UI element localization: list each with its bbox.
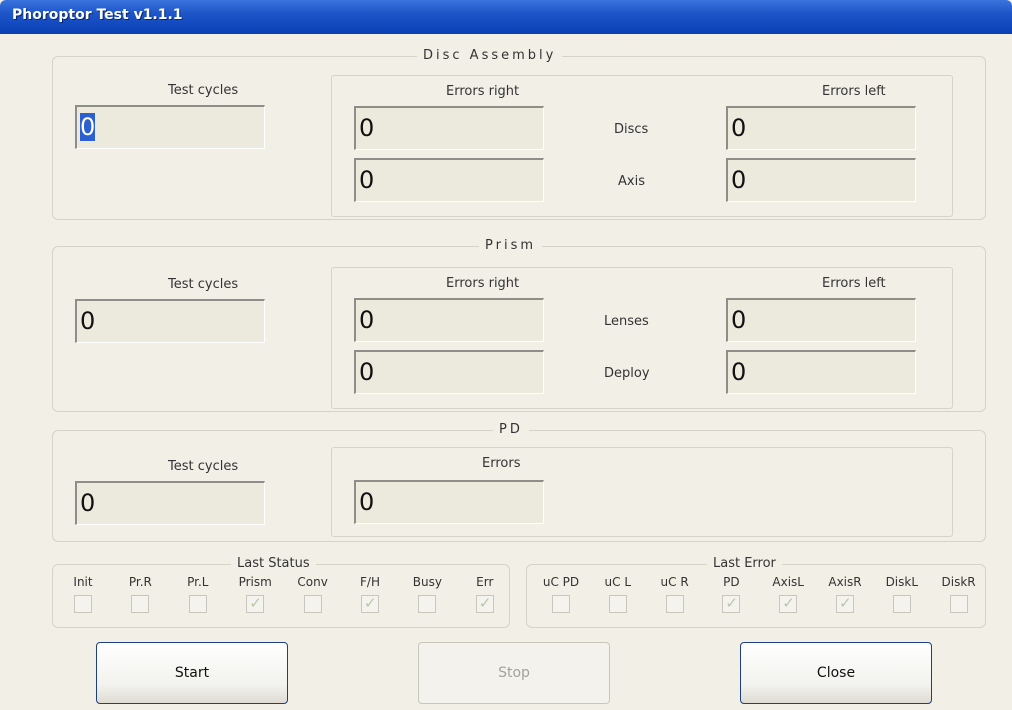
- pd-title: PD: [493, 422, 529, 437]
- last_error-label-diskl: DiskL: [885, 575, 919, 589]
- last_status-label-pr-l: Pr.L: [187, 575, 209, 589]
- disc-errors-left-label: Errors left: [822, 84, 886, 99]
- disc-assembly-title: Disc Assembly: [417, 48, 563, 63]
- last_error-checkbox-uc-pd[interactable]: [552, 595, 570, 613]
- last_status-checkbox-err[interactable]: [475, 594, 494, 613]
- last_error-checkbox-diskl[interactable]: [892, 595, 911, 613]
- deploy-errors-right-field[interactable]: 0: [354, 350, 544, 394]
- pd-errors-field[interactable]: 0: [354, 480, 544, 524]
- axis-row-label: Axis: [618, 174, 645, 189]
- disc-errors-right-label: Errors right: [446, 84, 520, 99]
- last_error-label-axisl: AxisL: [772, 575, 804, 589]
- discs-errors-left-field[interactable]: 0: [726, 106, 916, 150]
- last_error-checkbox-uc-r[interactable]: [665, 595, 684, 613]
- lenses-row-label: Lenses: [604, 314, 649, 329]
- last_error-label-uc-l: uC L: [604, 575, 632, 589]
- prism-test-cycles-field[interactable]: 0: [75, 299, 265, 343]
- last_status-label-busy: Busy: [412, 575, 442, 589]
- last_status-label-err: Err: [476, 575, 494, 589]
- pd-group: PD Test cycles 0 Errors 0: [52, 422, 986, 542]
- last_status-label-pr-r: Pr.R: [128, 575, 152, 589]
- disc-test-cycles-field[interactable]: 0: [75, 105, 265, 149]
- close-button[interactable]: Close: [740, 642, 932, 704]
- last_error-label-uc-r: uC R: [660, 575, 689, 589]
- last_error-checkbox-pd[interactable]: [722, 594, 741, 613]
- last_status-checkbox-f-h[interactable]: [361, 594, 379, 613]
- disc-assembly-group: Disc Assembly Test cycles 0 Errors right…: [52, 48, 986, 220]
- last_error-checkbox-diskr[interactable]: [949, 595, 968, 613]
- last_status-label-f-h: F/H: [360, 575, 380, 589]
- last-error-group: Last Error uC PD uC L uC R PD AxisL AxisR Disk…: [526, 556, 986, 628]
- last_error-label-pd: PD: [723, 575, 740, 589]
- axis-errors-left-field[interactable]: 0: [726, 158, 916, 202]
- last_status-label-prism: Prism: [238, 575, 272, 589]
- last_status-checkbox-conv[interactable]: [303, 595, 322, 613]
- prism-errors-panel: Errors right Errors left 0 Lenses 0 0 De…: [331, 267, 953, 409]
- last_status-checkbox-busy[interactable]: [418, 595, 437, 613]
- lenses-errors-right-field[interactable]: 0: [354, 298, 544, 342]
- discs-row-label: Discs: [614, 122, 649, 137]
- title-bar: Phoroptor Test v1.1.1: [0, 0, 1012, 34]
- prism-errors-right-label: Errors right: [446, 276, 520, 291]
- lenses-errors-left-field[interactable]: 0: [726, 298, 916, 342]
- last_status-label-conv: Conv: [297, 575, 328, 589]
- pd-errors-panel: Errors 0: [331, 447, 953, 537]
- stop-button[interactable]: Stop: [418, 642, 610, 704]
- last_error-checkbox-uc-l[interactable]: [608, 595, 627, 613]
- last_status-checkbox-pr-r[interactable]: [131, 595, 150, 613]
- last_error-label-axisr: AxisR: [828, 575, 862, 589]
- window-body: Disc Assembly Test cycles 0 Errors right…: [0, 34, 1012, 710]
- last-status-group: Last Status Init Pr.R Pr.L Prism Conv F/H Busy…: [52, 556, 510, 628]
- pd-test-cycles-label: Test cycles: [168, 459, 239, 474]
- last_error-label-uc-pd: uC PD: [542, 575, 580, 589]
- pd-test-cycles-field[interactable]: 0: [75, 481, 265, 525]
- last_status-label-init: Init: [73, 575, 93, 589]
- prism-title: Prism: [479, 238, 543, 253]
- deploy-errors-left-field[interactable]: 0: [726, 350, 916, 394]
- last_error-label-diskr: DiskR: [941, 575, 976, 589]
- last-status-title: Last Status: [231, 556, 316, 571]
- last_error-checkbox-axisl[interactable]: [779, 594, 798, 613]
- prism-errors-left-label: Errors left: [822, 276, 886, 291]
- disc-test-cycles-label: Test cycles: [168, 83, 239, 98]
- last-error-title: Last Error: [707, 556, 782, 571]
- axis-errors-right-field[interactable]: 0: [354, 158, 544, 202]
- start-button[interactable]: Start: [96, 642, 288, 704]
- pd-errors-label: Errors: [482, 456, 521, 471]
- last_status-checkbox-prism[interactable]: [246, 594, 265, 613]
- window-title: Phoroptor Test v1.1.1: [12, 7, 183, 23]
- prism-group: Prism Test cycles 0 Errors right Errors …: [52, 238, 986, 412]
- last_status-checkbox-pr-l[interactable]: [188, 595, 207, 613]
- deploy-row-label: Deploy: [604, 366, 650, 381]
- last_error-checkbox-axisr[interactable]: [836, 594, 854, 613]
- prism-test-cycles-label: Test cycles: [168, 277, 239, 292]
- disc-errors-panel: Errors right Errors left 0 Discs 0 0 Axi…: [331, 75, 953, 217]
- discs-errors-right-field[interactable]: 0: [354, 106, 544, 150]
- last_status-checkbox-init[interactable]: [74, 595, 92, 613]
